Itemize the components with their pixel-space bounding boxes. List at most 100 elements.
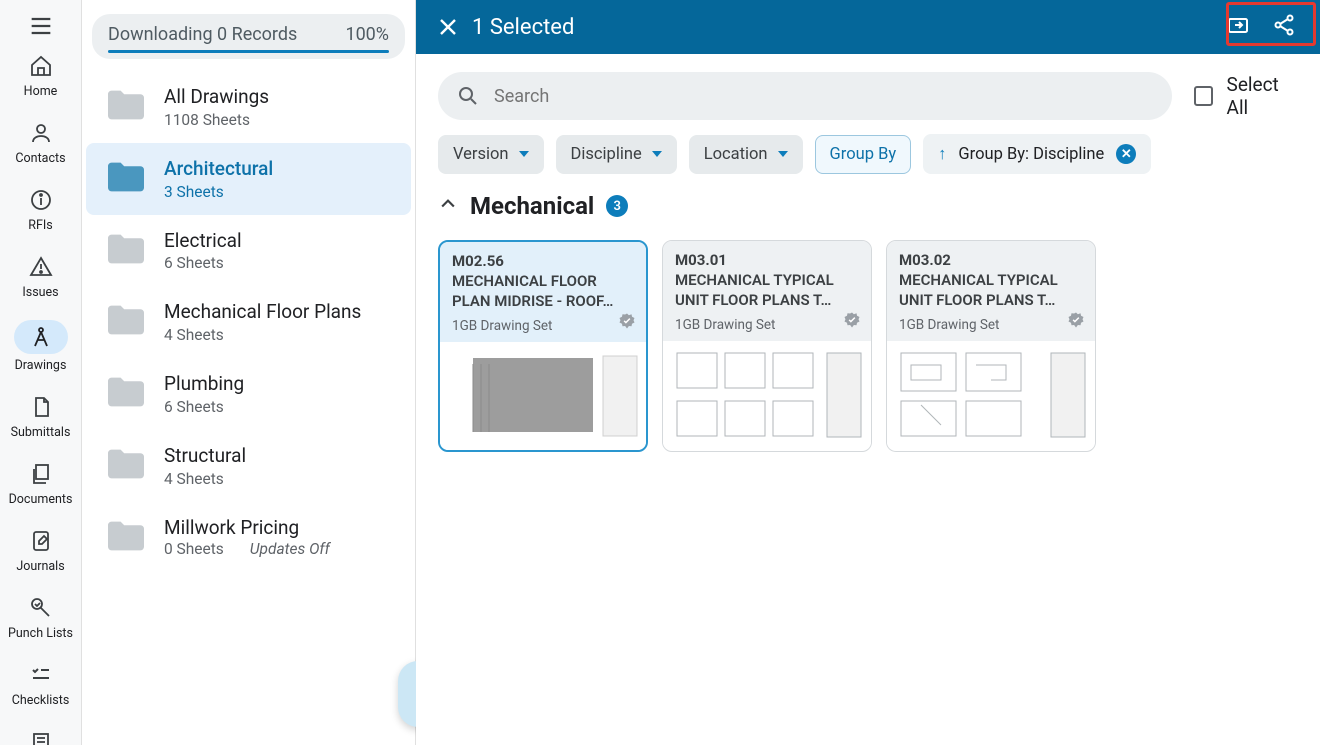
group-title: Mechanical — [470, 192, 594, 220]
chevron-up-icon — [438, 194, 458, 214]
share-button[interactable] — [1272, 13, 1296, 41]
card-set: 1GB Drawing Set — [675, 317, 859, 333]
folder-icon — [104, 87, 148, 123]
compass-icon — [14, 320, 68, 354]
folder-electrical[interactable]: Electrical 6 Sheets — [86, 215, 411, 287]
nav-drawings[interactable]: Drawings — [3, 312, 79, 381]
verified-icon — [1067, 311, 1085, 333]
nav-label: Issues — [22, 285, 58, 300]
info-icon — [27, 186, 55, 214]
content-pane: 1 Selected Select All — [416, 0, 1320, 745]
close-selection-button[interactable] — [430, 9, 466, 45]
folder-all-drawings[interactable]: All Drawings 1108 Sheets — [86, 71, 411, 143]
selection-header: 1 Selected — [416, 0, 1320, 54]
nav-label: Home — [24, 84, 58, 99]
arrow-up-icon: ↑ — [938, 145, 946, 164]
filter-discipline[interactable]: Discipline — [556, 135, 677, 174]
group-by-value-chip[interactable]: ↑ Group By: Discipline ✕ — [923, 134, 1151, 174]
drawing-card[interactable]: M02.56 MECHANICAL FLOOR PLAN MIDRISE - R… — [438, 240, 648, 452]
journal-icon — [27, 527, 55, 555]
verified-icon — [618, 312, 636, 334]
share-icon — [1272, 13, 1296, 37]
folder-subtitle: 6 Sheets — [164, 398, 244, 416]
download-banner[interactable]: Downloading 0 Records 100% — [92, 14, 405, 59]
nav-label: Journals — [16, 559, 64, 574]
search-box[interactable] — [438, 72, 1172, 120]
folder-structural[interactable]: Structural 4 Sheets — [86, 430, 411, 502]
folder-subtitle: 3 Sheets — [164, 183, 273, 201]
card-set: 1GB Drawing Set — [452, 318, 634, 334]
folder-title: All Drawings — [164, 85, 269, 109]
folder-icon — [104, 446, 148, 482]
folder-architectural[interactable]: Architectural 3 Sheets — [86, 143, 411, 215]
group-count-badge: 3 — [606, 195, 628, 217]
nav-requisition[interactable]: Requisition — [3, 720, 79, 745]
select-all-label: Select All — [1227, 73, 1298, 119]
search-input[interactable] — [494, 86, 1154, 107]
card-grid: M02.56 MECHANICAL FLOOR PLAN MIDRISE - R… — [416, 232, 1320, 460]
nav-checklists[interactable]: Checklists — [3, 653, 79, 716]
card-title: MECHANICAL FLOOR PLAN MIDRISE - ROOF… — [452, 272, 634, 312]
requisition-icon — [27, 728, 55, 745]
nav-documents[interactable]: Documents — [3, 452, 79, 515]
folder-title: Architectural — [164, 157, 273, 181]
person-icon — [27, 119, 55, 147]
nav-issues[interactable]: Issues — [3, 245, 79, 308]
punch-icon — [27, 594, 55, 622]
clear-group-by-icon[interactable]: ✕ — [1116, 144, 1136, 164]
folder-subtitle: 6 Sheets — [164, 254, 242, 272]
chip-label: Discipline — [571, 145, 642, 164]
folder-mechanical-floor-plans[interactable]: Mechanical Floor Plans 4 Sheets — [86, 286, 411, 358]
card-thumbnail — [663, 341, 871, 449]
card-set: 1GB Drawing Set — [899, 317, 1083, 333]
collapse-group-button[interactable] — [438, 194, 458, 218]
folder-icon — [104, 159, 148, 195]
download-progress-bar — [108, 50, 389, 53]
card-thumbnail — [440, 342, 646, 450]
folder-subtitle: 0 Sheets — [164, 540, 224, 558]
home-icon — [27, 52, 55, 80]
nav-label: Submittals — [11, 425, 71, 440]
chevron-down-icon — [652, 151, 662, 157]
folder-title: Structural — [164, 444, 246, 468]
close-icon — [436, 15, 460, 39]
card-thumbnail — [887, 341, 1095, 449]
filter-location[interactable]: Location — [689, 135, 803, 174]
nav-rfis[interactable]: RFIs — [3, 178, 79, 241]
folder-millwork-pricing[interactable]: Millwork Pricing 0 Sheets Updates Off — [86, 502, 411, 573]
folder-subtitle: 4 Sheets — [164, 470, 246, 488]
download-percent: 100% — [345, 24, 389, 45]
card-number: M02.56 — [452, 252, 634, 270]
chip-label: Version — [453, 145, 509, 164]
nav-submittals[interactable]: Submittals — [3, 385, 79, 448]
nav-label: Documents — [9, 492, 73, 507]
card-title: MECHANICAL TYPICAL UNIT FLOOR PLANS T… — [675, 271, 859, 311]
menu-button[interactable] — [17, 12, 65, 40]
move-to-folder-button[interactable] — [1226, 13, 1250, 41]
folder-title: Mechanical Floor Plans — [164, 300, 361, 324]
move-to-folder-icon — [1226, 13, 1250, 37]
nav-contacts[interactable]: Contacts — [3, 111, 79, 174]
card-number: M03.01 — [675, 251, 859, 269]
verified-icon — [843, 311, 861, 333]
folder-title: Plumbing — [164, 372, 244, 396]
nav-punch-lists[interactable]: Punch Lists — [3, 586, 79, 649]
folder-icon — [104, 518, 148, 554]
nav-journals[interactable]: Journals — [3, 519, 79, 582]
chip-label: Location — [704, 145, 768, 164]
folder-plumbing[interactable]: Plumbing 6 Sheets — [86, 358, 411, 430]
checklist-icon — [27, 661, 55, 689]
folder-icon — [104, 231, 148, 267]
search-icon — [456, 84, 480, 108]
nav-home[interactable]: Home — [3, 44, 79, 107]
drawing-card[interactable]: M03.02 MECHANICAL TYPICAL UNIT FLOOR PLA… — [886, 240, 1096, 452]
group-by-button[interactable]: Group By — [815, 135, 912, 174]
nav-label: Checklists — [12, 693, 70, 708]
folder-sidebar: Downloading 0 Records 100% All Drawings … — [82, 0, 416, 745]
folder-subtitle: 4 Sheets — [164, 326, 361, 344]
card-number: M03.02 — [899, 251, 1083, 269]
filter-version[interactable]: Version — [438, 135, 544, 174]
select-all-checkbox[interactable] — [1194, 86, 1213, 106]
folder-icon — [104, 374, 148, 410]
drawing-card[interactable]: M03.01 MECHANICAL TYPICAL UNIT FLOOR PLA… — [662, 240, 872, 452]
